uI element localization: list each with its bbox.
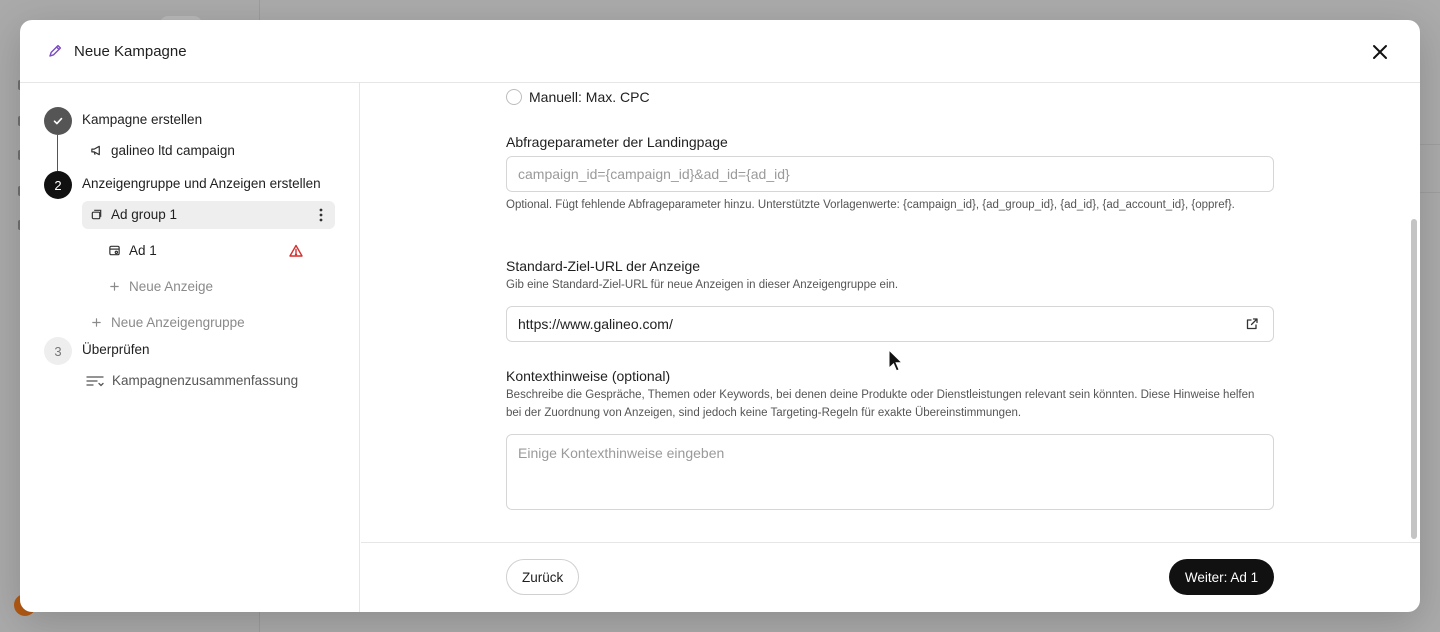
context-hints-label: Kontexthinweise (optional) — [506, 368, 671, 384]
nav-item-summary[interactable]: Kampagnenzusammenfassung — [86, 373, 298, 388]
mouse-cursor-icon — [888, 348, 904, 373]
summary-label: Kampagnenzusammenfassung — [112, 373, 299, 388]
bid-option-label: Manuell: Max. CPC — [529, 89, 650, 105]
radio-button[interactable] — [506, 89, 522, 105]
default-url-input[interactable]: https://www.galineo.com/ — [506, 306, 1274, 342]
context-hints-textarea[interactable]: Einige Kontexthinweise eingeben — [506, 434, 1274, 510]
nav-item-ad-group[interactable]: Ad group 1 — [89, 207, 177, 222]
back-button[interactable]: Zurück — [506, 559, 580, 595]
step-2-label[interactable]: Anzeigengruppe und Anzeigen erstellen — [82, 176, 321, 191]
scrollbar[interactable] — [1410, 83, 1418, 542]
campaign-name: galineo ltd campaign — [111, 143, 235, 158]
plus-icon — [107, 280, 121, 294]
new-ad-label: Neue Anzeige — [129, 279, 214, 294]
external-link-icon[interactable] — [1245, 317, 1259, 331]
nav-item-campaign[interactable]: galineo ltd campaign — [89, 143, 235, 158]
step-1-check-icon — [44, 107, 72, 135]
new-campaign-modal: Neue Kampagne Kampagne erstellen galineo… — [20, 20, 1420, 612]
new-ad-group-button[interactable]: Neue Anzeigengruppe — [89, 315, 245, 330]
step-connector — [57, 135, 58, 171]
warning-icon — [288, 243, 304, 259]
step-3-circle: 3 — [44, 337, 72, 365]
edit-campaign-icon — [46, 42, 64, 60]
step-2-number: 2 — [54, 177, 62, 193]
query-params-label: Abfrageparameter der Landingpage — [506, 134, 728, 150]
next-button[interactable]: Weiter: Ad 1 — [1169, 559, 1274, 595]
step-3-label[interactable]: Überprüfen — [82, 342, 150, 357]
ad-label: Ad 1 — [129, 243, 157, 258]
modal-title: Neue Kampagne — [74, 42, 187, 60]
default-url-value: https://www.galineo.com/ — [518, 316, 673, 332]
default-url-label: Standard-Ziel-URL der Anzeige — [506, 258, 701, 274]
new-ad-button[interactable]: Neue Anzeige — [107, 279, 213, 294]
nav-item-ad[interactable]: Ad 1 — [107, 243, 157, 258]
more-options-icon[interactable] — [313, 207, 329, 223]
scrollbar-thumb[interactable] — [1411, 219, 1417, 539]
context-hints-help: Beschreibe die Gespräche, Themen oder Ke… — [506, 389, 1255, 419]
step-1-label[interactable]: Kampagne erstellen — [82, 112, 202, 127]
megaphone-icon — [89, 144, 103, 158]
ad-icon — [107, 244, 121, 258]
close-icon[interactable] — [1368, 40, 1392, 64]
ad-group-form: Manuell: Max. CPC Abfrageparameter der L… — [361, 83, 1420, 542]
modal-footer: Zurück Weiter: Ad 1 — [361, 542, 1420, 612]
campaign-steps-nav: Kampagne erstellen galineo ltd campaign … — [20, 83, 360, 612]
modal-header: Neue Kampagne — [20, 20, 1420, 83]
summary-list-icon — [86, 374, 104, 388]
query-params-input[interactable]: campaign_id={campaign_id}&ad_id={ad_id} — [506, 156, 1274, 192]
ad-group-label: Ad group 1 — [111, 207, 178, 222]
default-url-help: Gib eine Standard-Ziel-URL für neue Anze… — [506, 279, 899, 291]
plus-icon — [89, 316, 103, 330]
new-ad-group-label: Neue Anzeigengruppe — [111, 315, 245, 330]
step-3-number: 3 — [54, 343, 62, 359]
ad-group-icon — [89, 208, 103, 222]
query-params-help: Optional. Fügt fehlende Abfrageparameter… — [506, 199, 1235, 211]
step-2-circle: 2 — [44, 171, 72, 199]
bid-option-manual-cpc[interactable]: Manuell: Max. CPC — [506, 89, 650, 105]
